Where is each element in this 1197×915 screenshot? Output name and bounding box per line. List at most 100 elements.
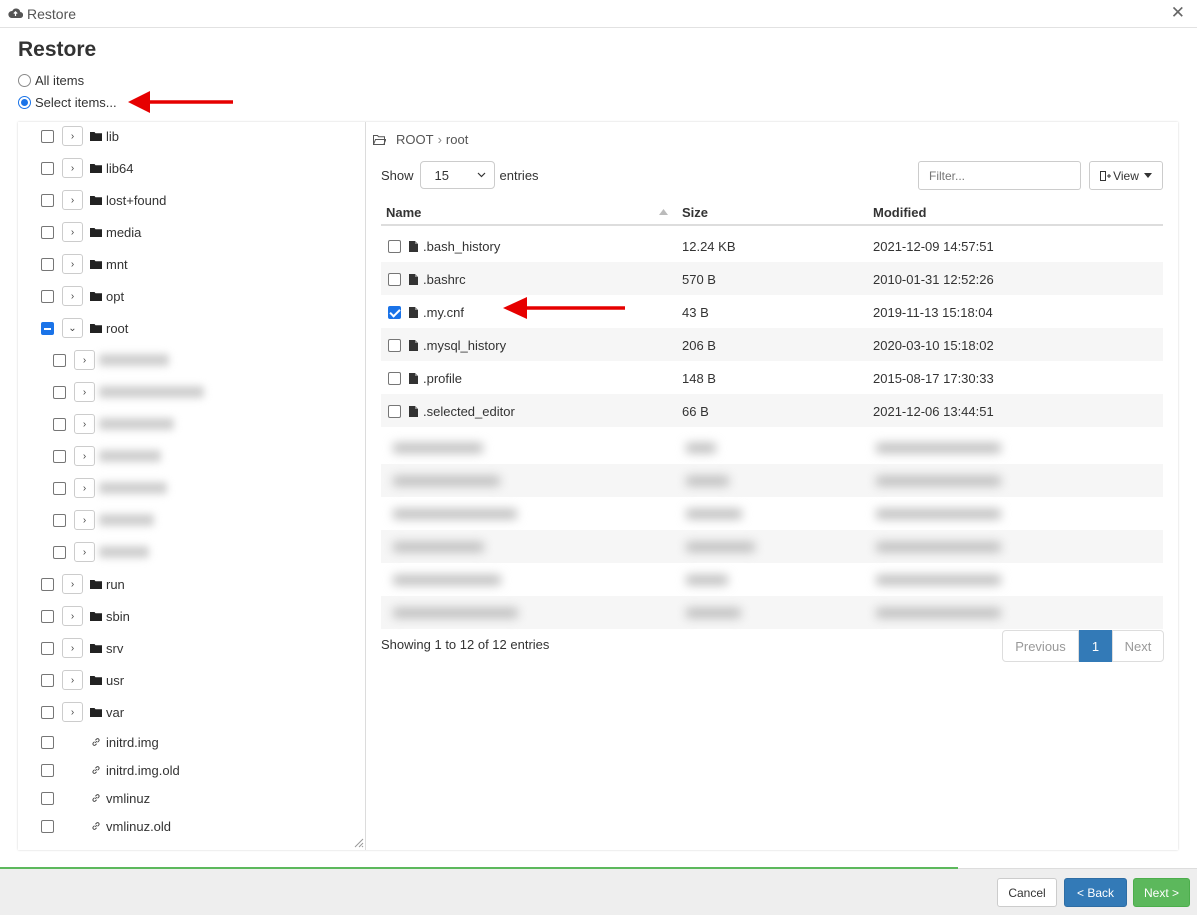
tree-item-checkbox[interactable]	[41, 791, 54, 805]
tree-item-lost-found[interactable]: › lost+found	[41, 190, 166, 210]
tree-item-checkbox[interactable]	[41, 321, 54, 335]
tree-item-srv[interactable]: › srv	[41, 638, 123, 658]
tree-item-opt[interactable]: › opt	[41, 286, 124, 306]
tree-item-usr[interactable]: › usr	[41, 670, 124, 690]
tree-item-checkbox[interactable]	[41, 819, 54, 833]
chevron-right-icon[interactable]: ›	[62, 574, 83, 594]
tree-item-checkbox[interactable]	[41, 225, 54, 239]
table-row-redacted[interactable]	[381, 431, 1163, 464]
column-modified-header[interactable]: Modified	[873, 205, 926, 220]
tree-child-redacted[interactable]: ›	[53, 382, 204, 402]
tree-item-checkbox[interactable]	[41, 735, 54, 749]
chevron-right-icon[interactable]: ›	[62, 286, 83, 306]
chevron-right-icon[interactable]: ›	[62, 222, 83, 242]
close-icon[interactable]: ✕	[1171, 4, 1185, 22]
tree-child-redacted[interactable]: ›	[53, 446, 161, 466]
tree-item-initrd-img[interactable]: initrd.img	[41, 732, 159, 752]
tree-item-checkbox[interactable]	[41, 161, 54, 175]
resize-grip-icon[interactable]	[352, 836, 364, 848]
chevron-right-icon[interactable]: ›	[62, 702, 83, 722]
row-checkbox[interactable]	[388, 405, 401, 418]
tree-item-checkbox[interactable]	[41, 257, 54, 271]
table-row-redacted[interactable]	[381, 497, 1163, 530]
next-page-button[interactable]: Next	[1112, 630, 1164, 662]
chevron-right-icon[interactable]: ›	[74, 542, 95, 562]
tree-item-checkbox[interactable]	[41, 193, 54, 207]
table-row-redacted[interactable]	[381, 464, 1163, 497]
row-checkbox[interactable]	[388, 306, 401, 319]
tree-item-checkbox[interactable]	[53, 513, 66, 527]
tree-item-checkbox[interactable]	[53, 353, 66, 367]
tree-item-checkbox[interactable]	[53, 449, 66, 463]
tree-item-checkbox[interactable]	[53, 481, 66, 495]
chevron-right-icon[interactable]: ›	[62, 190, 83, 210]
tree-item-checkbox[interactable]	[41, 763, 54, 777]
tree-item-checkbox[interactable]	[41, 673, 54, 687]
tree-item-checkbox[interactable]	[41, 129, 54, 143]
chevron-right-icon[interactable]: ›	[74, 446, 95, 466]
tree-child-redacted[interactable]: ›	[53, 510, 154, 530]
tree-item-initrd-img-old[interactable]: initrd.img.old	[41, 760, 180, 780]
table-row[interactable]: .bash_history 12.24 KB 2021-12-09 14:57:51	[381, 229, 1163, 262]
chevron-down-icon[interactable]: ⌄	[62, 318, 83, 338]
tree-child-redacted[interactable]: ›	[53, 350, 169, 370]
tree-item-run[interactable]: › run	[41, 574, 125, 594]
chevron-right-icon[interactable]: ›	[62, 638, 83, 658]
back-button[interactable]: < Back	[1064, 878, 1127, 907]
radio-select-items[interactable]: Select items...	[18, 95, 117, 110]
previous-page-button[interactable]: Previous	[1002, 630, 1079, 662]
folder-tree[interactable]: › lib › lib64 › lost+found › media › mnt › opt ⌄ root…	[18, 122, 366, 850]
chevron-right-icon[interactable]: ›	[62, 670, 83, 690]
table-row-redacted[interactable]	[381, 563, 1163, 596]
cancel-button[interactable]: Cancel	[997, 878, 1057, 907]
table-row-redacted[interactable]	[381, 530, 1163, 563]
chevron-right-icon[interactable]: ›	[74, 414, 95, 434]
chevron-right-icon[interactable]: ›	[62, 606, 83, 626]
table-row[interactable]: .mysql_history 206 B 2020-03-10 15:18:02	[381, 328, 1163, 361]
filter-input[interactable]	[918, 161, 1081, 190]
tree-item-var[interactable]: › var	[41, 702, 124, 722]
breadcrumb-root[interactable]: ROOT	[396, 132, 434, 147]
tree-item-lib64[interactable]: › lib64	[41, 158, 133, 178]
chevron-right-icon[interactable]: ›	[62, 126, 83, 146]
tree-child-redacted[interactable]: ›	[53, 414, 174, 434]
table-row[interactable]: .profile 148 B 2015-08-17 17:30:33	[381, 361, 1163, 394]
row-checkbox[interactable]	[388, 372, 401, 385]
chevron-right-icon[interactable]: ›	[74, 478, 95, 498]
tree-item-sbin[interactable]: › sbin	[41, 606, 130, 626]
table-row[interactable]: .bashrc 570 B 2010-01-31 12:52:26	[381, 262, 1163, 295]
column-size-header[interactable]: Size	[682, 205, 708, 220]
tree-item-mnt[interactable]: › mnt	[41, 254, 128, 274]
tree-item-checkbox[interactable]	[53, 545, 66, 559]
page-1-button[interactable]: 1	[1079, 630, 1112, 662]
radio-all-items-button[interactable]	[18, 74, 31, 87]
tree-item-root[interactable]: ⌄ root	[41, 318, 128, 338]
row-checkbox[interactable]	[388, 240, 401, 253]
tree-item-checkbox[interactable]	[41, 609, 54, 623]
next-button[interactable]: Next >	[1133, 878, 1190, 907]
page-size-select[interactable]: 15	[419, 161, 495, 189]
table-row-redacted[interactable]	[381, 596, 1163, 629]
tree-item-checkbox[interactable]	[41, 641, 54, 655]
chevron-right-icon[interactable]: ›	[62, 254, 83, 274]
chevron-right-icon[interactable]: ›	[74, 350, 95, 370]
radio-select-items-button[interactable]	[18, 96, 31, 109]
column-name-header[interactable]: Name	[386, 205, 421, 220]
tree-item-checkbox[interactable]	[41, 289, 54, 303]
tree-item-lib[interactable]: › lib	[41, 126, 119, 146]
sort-ascending-icon[interactable]	[659, 209, 668, 215]
chevron-right-icon[interactable]: ›	[62, 158, 83, 178]
row-checkbox[interactable]	[388, 339, 401, 352]
tree-item-media[interactable]: › media	[41, 222, 141, 242]
tree-item-checkbox[interactable]	[53, 417, 66, 431]
tree-item-vmlinuz-old[interactable]: vmlinuz.old	[41, 816, 171, 836]
table-row[interactable]: .my.cnf 43 B 2019-11-13 15:18:04	[381, 295, 1163, 328]
tree-item-checkbox[interactable]	[41, 577, 54, 591]
tree-item-checkbox[interactable]	[41, 705, 54, 719]
chevron-right-icon[interactable]: ›	[74, 382, 95, 402]
chevron-right-icon[interactable]: ›	[74, 510, 95, 530]
row-checkbox[interactable]	[388, 273, 401, 286]
tree-child-redacted[interactable]: ›	[53, 478, 167, 498]
radio-all-items[interactable]: All items	[18, 73, 84, 88]
tree-child-redacted[interactable]: ›	[53, 542, 149, 562]
